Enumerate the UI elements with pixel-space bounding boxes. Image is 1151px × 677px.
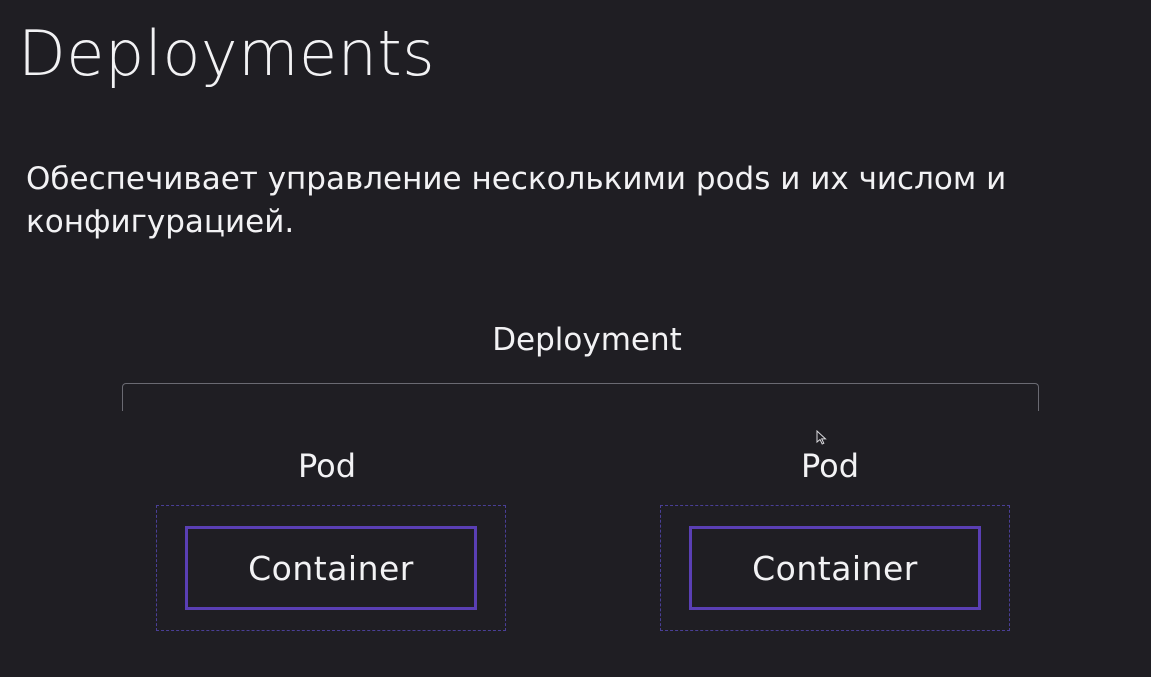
container-box-2: Container [689,526,981,610]
slide-description: Обеспечивает управление несколькими pods… [26,161,1007,240]
slide: Deployments Обеспечивает управление неск… [0,0,1151,677]
deployment-label: Deployment [492,322,682,358]
container-box-1: Container [185,526,477,610]
pod-label-2: Pod [800,447,860,485]
mouse-pointer-icon [816,430,827,445]
deployment-bracket [122,383,1039,411]
pod-box-1: Container [156,505,506,631]
slide-title: Deployments [18,17,436,90]
pod-label-1: Pod [297,447,357,485]
pod-box-2: Container [660,505,1010,631]
